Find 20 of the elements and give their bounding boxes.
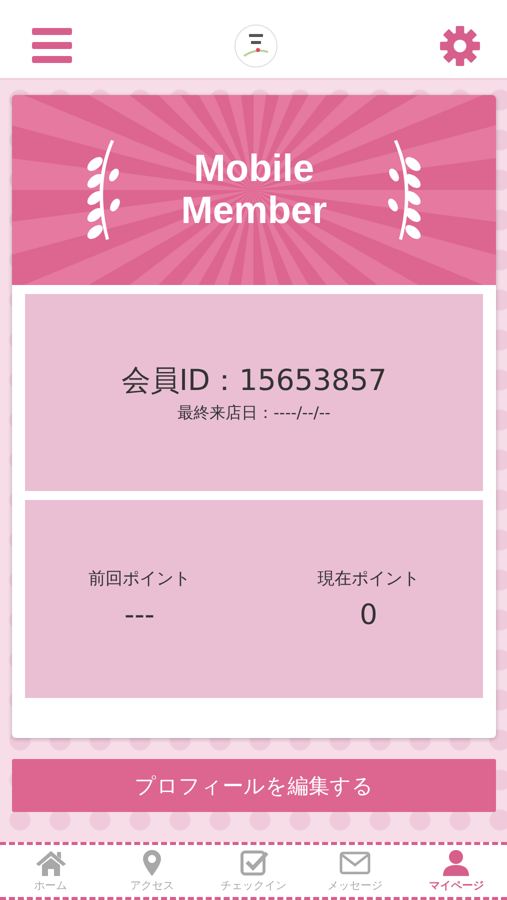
banner-title: Member <box>181 190 327 232</box>
banner-title: Mobile <box>194 148 314 190</box>
menu-icon[interactable] <box>32 28 72 64</box>
checkbox-icon <box>238 849 270 877</box>
edit-profile-button[interactable]: プロフィールを編集する <box>12 759 496 812</box>
points-label: 現在ポイント <box>318 568 420 590</box>
last-visit-date: 最終来店日：----/--/-- <box>178 403 330 424</box>
member-id: 会員ID：15653857 <box>121 362 387 399</box>
mail-icon <box>338 849 371 877</box>
points-value: --- <box>124 598 155 631</box>
tab[interactable]: マイページ <box>406 845 507 897</box>
logo-icon <box>234 24 278 68</box>
tab[interactable]: アクセス <box>101 845 203 897</box>
tab[interactable]: メッセージ <box>304 845 406 897</box>
points-label: 前回ポイント <box>88 568 190 590</box>
settings-icon[interactable] <box>439 25 481 67</box>
tab[interactable]: ホーム <box>0 845 102 897</box>
home-icon <box>34 849 67 877</box>
points-value: 0 <box>360 598 378 631</box>
tab[interactable]: チェックイン <box>202 845 304 897</box>
